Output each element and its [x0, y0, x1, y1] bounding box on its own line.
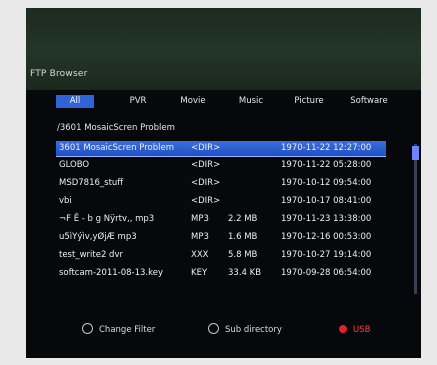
- file-size: 5.8 MB: [228, 250, 258, 260]
- usb-hint[interactable]: USB: [339, 322, 370, 338]
- file-date: 1970-12-16 00:53:00: [281, 232, 372, 242]
- tv-screen: FTP Browser All PVR Movie Music Picture …: [26, 8, 421, 358]
- file-date: 1970-10-17 08:41:00: [281, 196, 372, 206]
- file-name: softcam-2011-08-13.key: [59, 268, 164, 278]
- file-name: GLOBO: [59, 160, 90, 170]
- key-hints: Change Filter Sub directory USB: [26, 322, 421, 338]
- file-row[interactable]: softcam-2011-08-13.key KEY 33.4 KB 1970-…: [56, 266, 386, 281]
- file-type: <DIR>: [191, 196, 221, 206]
- file-date: 1970-11-22 05:28:00: [281, 160, 372, 170]
- tab-music[interactable]: Music: [231, 95, 271, 108]
- file-name: MSD7816_stuff: [59, 178, 124, 188]
- file-list: 3601 MosaicScren Problem <DIR> 1970-11-2…: [56, 139, 386, 296]
- remote-button-icon: [82, 323, 93, 334]
- tab-picture[interactable]: Picture: [287, 95, 331, 108]
- file-size: 33.4 KB: [228, 268, 262, 278]
- red-button-icon: [339, 324, 347, 333]
- file-date: 1970-11-22 12:27:00: [281, 143, 372, 153]
- file-date: 1970-10-27 19:14:00: [281, 250, 372, 260]
- tab-software[interactable]: Software: [344, 95, 394, 108]
- file-type: <DIR>: [191, 178, 221, 188]
- current-path: /3601 MosaicScren Problem: [57, 123, 175, 133]
- sub-directory-label: Sub directory: [225, 325, 282, 335]
- file-date: 1970-09-28 06:54:00: [281, 268, 372, 278]
- file-row[interactable]: GLOBO <DIR> 1970-11-22 05:28:00: [56, 158, 386, 173]
- tab-pvr[interactable]: PVR: [118, 95, 158, 108]
- top-banner: FTP Browser: [26, 8, 421, 90]
- file-type: <DIR>: [191, 143, 221, 153]
- file-row[interactable]: test_write2 dvr XXX 5.8 MB 1970-10-27 19…: [56, 248, 386, 263]
- file-row[interactable]: u5ìYýìv,yØjÆ mp3 MP3 1.6 MB 1970-12-16 0…: [56, 230, 386, 245]
- file-name: 3601 MosaicScren Problem: [59, 143, 174, 153]
- file-name: test_write2 dvr: [59, 250, 123, 260]
- file-size: 1.6 MB: [228, 232, 258, 242]
- file-row[interactable]: vbi <DIR> 1970-10-17 08:41:00: [56, 194, 386, 209]
- change-filter-label: Change Filter: [99, 325, 156, 335]
- file-name: vbi: [59, 196, 72, 206]
- file-date: 1970-11-23 13:38:00: [281, 214, 372, 224]
- file-date: 1970-10-12 09:54:00: [281, 178, 372, 188]
- tab-movie[interactable]: Movie: [173, 95, 213, 108]
- file-name: u5ìYýìv,yØjÆ mp3: [59, 232, 137, 242]
- file-size: 2.2 MB: [228, 214, 258, 224]
- file-type: <DIR>: [191, 160, 221, 170]
- scroll-thumb[interactable]: [412, 146, 419, 160]
- file-row[interactable]: MSD7816_stuff <DIR> 1970-10-12 09:54:00: [56, 176, 386, 191]
- app-title: FTP Browser: [30, 69, 88, 79]
- scrollbar[interactable]: [412, 144, 419, 294]
- usb-label: USB: [353, 325, 371, 335]
- file-row[interactable]: ¬F Ê - b g Nÿrtv,, mp3 MP3 2.2 MB 1970-1…: [56, 212, 386, 227]
- file-row[interactable]: 3601 MosaicScren Problem <DIR> 1970-11-2…: [56, 141, 386, 157]
- tab-all[interactable]: All: [56, 95, 94, 108]
- file-name: ¬F Ê - b g Nÿrtv,, mp3: [59, 214, 155, 224]
- filter-tabs: All PVR Movie Music Picture Software: [26, 92, 421, 111]
- change-filter-hint[interactable]: Change Filter: [82, 322, 155, 338]
- remote-button-icon: [208, 323, 219, 334]
- sub-directory-hint[interactable]: Sub directory: [208, 322, 282, 338]
